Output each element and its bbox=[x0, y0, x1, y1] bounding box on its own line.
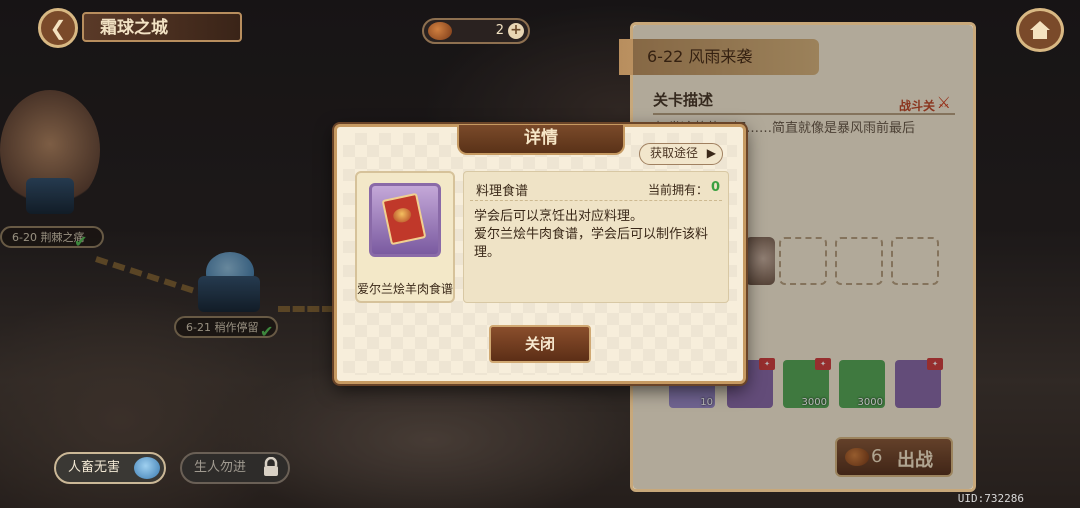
modal-title: 详情 bbox=[457, 125, 625, 155]
add-currency-button[interactable]: + bbox=[508, 23, 524, 39]
user-id: UID:732286 bbox=[957, 492, 1024, 505]
item-info-box: 料理食谱 当前拥有： 0 学会后可以烹饪出对应料理。 爱尔兰烩牛肉食谱，学会后可… bbox=[463, 171, 729, 303]
back-arrow-icon: ❮ bbox=[49, 16, 67, 40]
play-arrow-icon: ▶ bbox=[706, 146, 716, 160]
lock-icon bbox=[264, 457, 278, 476]
toggle-strangers-keep-out[interactable]: 生人勿进 bbox=[180, 452, 290, 484]
home-icon bbox=[1030, 21, 1050, 39]
item-type: 料理食谱 bbox=[476, 184, 529, 199]
item-description: 学会后可以烹饪出对应料理。 爱尔兰烩牛肉食谱，学会后可以制作该料理。 bbox=[474, 208, 724, 262]
currency-amount: 2 bbox=[495, 23, 504, 38]
toggle-harmless-label: 人畜无害 bbox=[68, 460, 121, 475]
acquire-source-label: 获取途径 bbox=[650, 146, 699, 160]
coin-icon bbox=[428, 22, 452, 40]
currency-counter: 2 + bbox=[422, 18, 530, 44]
item-card: 爱尔兰烩羊肉食谱 bbox=[355, 171, 455, 303]
toggle-strangers-label: 生人勿进 bbox=[194, 460, 247, 475]
info-header-row: 料理食谱 当前拥有： 0 bbox=[470, 176, 722, 201]
back-button[interactable]: ❮ bbox=[38, 8, 78, 48]
dish-icon bbox=[391, 206, 413, 225]
item-icon-frame bbox=[369, 183, 441, 257]
area-title: 霜球之城 bbox=[82, 12, 242, 42]
description-line: 学会后可以烹饪出对应料理。 bbox=[474, 209, 644, 224]
owned-label: 当前拥有： bbox=[647, 183, 708, 197]
toggle-harmless[interactable]: 人畜无害 bbox=[54, 452, 166, 484]
home-button[interactable] bbox=[1016, 8, 1064, 52]
recipe-book-icon bbox=[381, 192, 427, 246]
item-name: 爱尔兰烩羊肉食谱 bbox=[357, 282, 454, 296]
owned-count: 0 bbox=[710, 180, 720, 195]
close-button[interactable]: 关闭 bbox=[489, 325, 591, 363]
details-modal: 详情 获取途径 ▶ 爱尔兰烩羊肉食谱 料理食谱 当前拥有： 0 学会后可以烹饪出… bbox=[334, 124, 746, 384]
acquire-source-button[interactable]: 获取途径 ▶ bbox=[639, 143, 723, 165]
slime-icon bbox=[134, 457, 160, 479]
description-line: 爱尔兰烩牛肉食谱，学会后可以制作该料理。 bbox=[474, 227, 709, 260]
